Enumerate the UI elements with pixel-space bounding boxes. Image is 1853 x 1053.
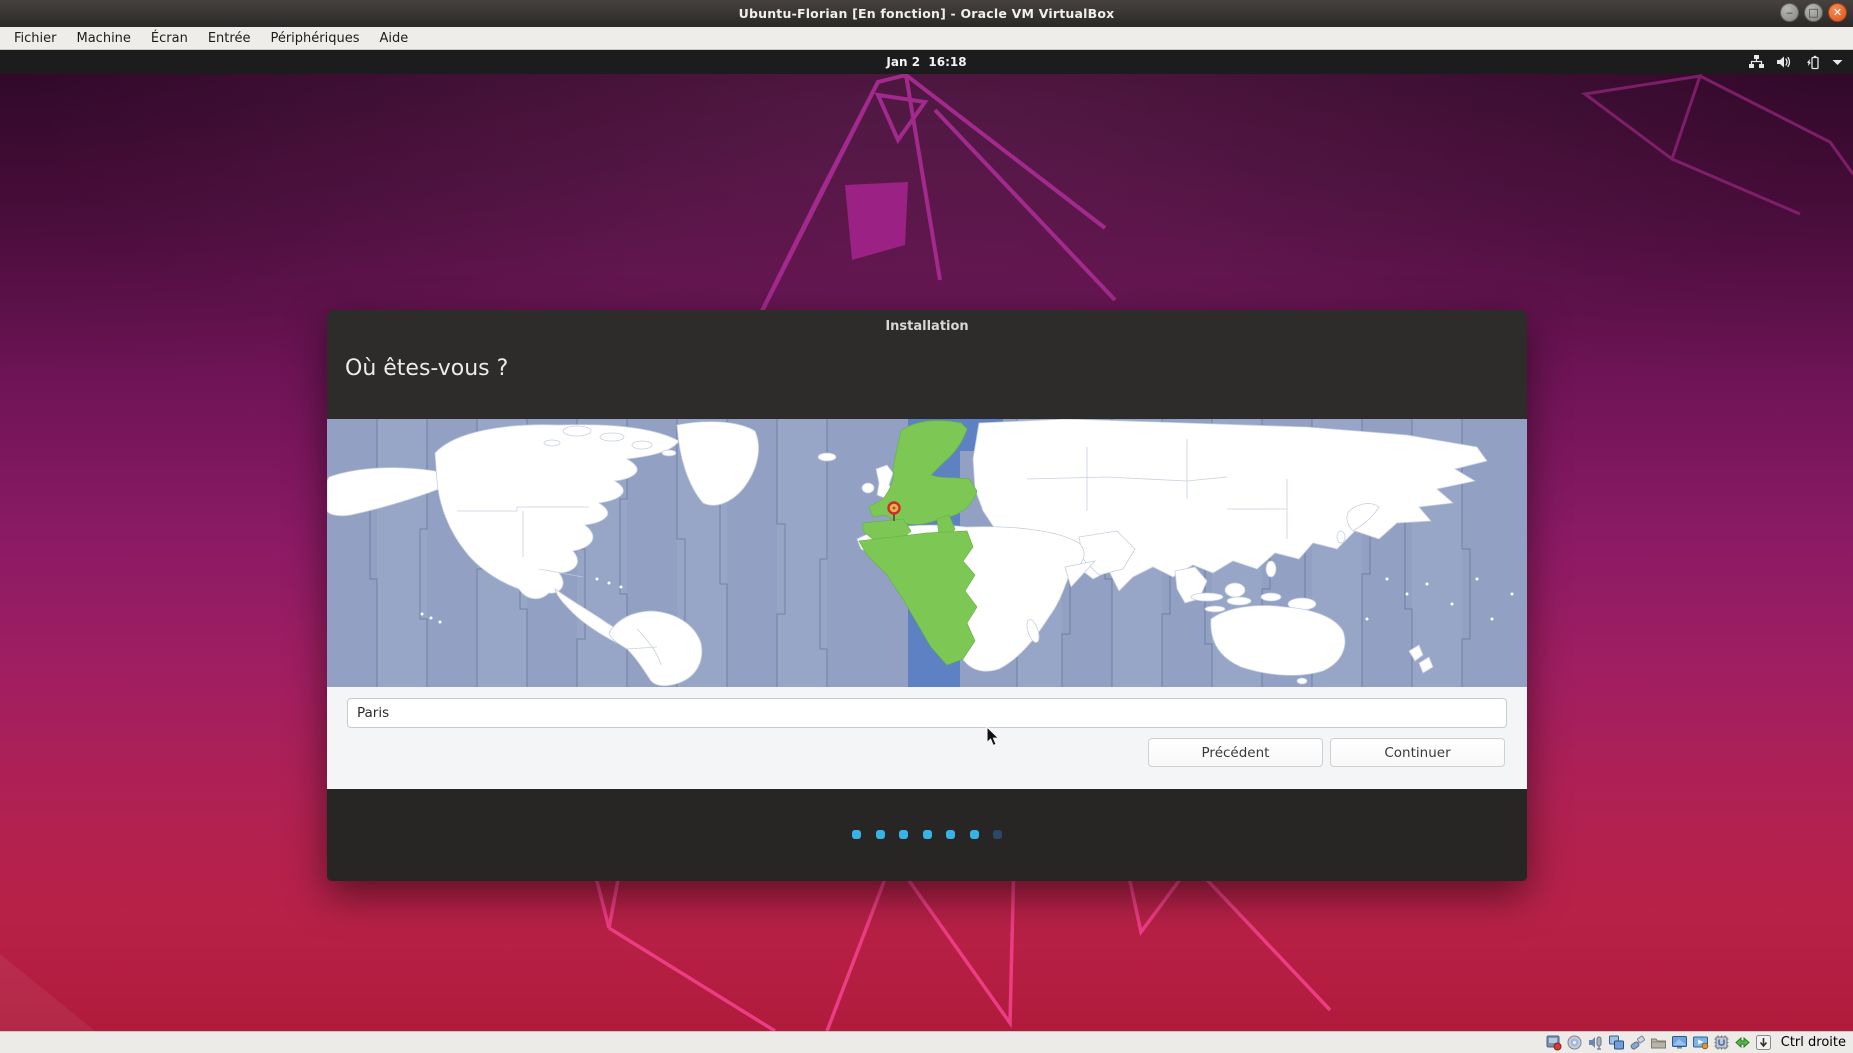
audio-icon[interactable] — [1587, 1034, 1604, 1051]
minimize-button[interactable]: ‒ — [1780, 3, 1799, 22]
volume-icon — [1776, 55, 1792, 69]
chevron-down-icon — [1832, 59, 1843, 66]
mouse-cursor — [986, 726, 1001, 747]
back-button[interactable]: Précédent — [1148, 738, 1323, 767]
features-icon[interactable] — [1713, 1034, 1730, 1051]
menubar: FichierMachineÉcranEntréePériphériquesAi… — [0, 27, 1853, 50]
progress-dot-3 — [899, 830, 908, 839]
mouse-integration-icon[interactable] — [1734, 1034, 1751, 1051]
window-title: Ubuntu-Florian [En fonction] - Oracle VM… — [739, 6, 1115, 21]
menu-ecran[interactable]: Écran — [141, 29, 198, 48]
progress-dot-4 — [923, 830, 932, 839]
keyboard-icon[interactable] — [1755, 1034, 1772, 1051]
gnome-topbar: Jan 2 16:18 — [0, 50, 1853, 74]
guest-screen: Jan 2 16:18 — [0, 50, 1853, 1031]
maximize-button[interactable]: □ — [1804, 3, 1823, 22]
window-controls: ‒ □ ✕ — [1780, 3, 1847, 22]
progress-dots — [327, 830, 1527, 839]
progress-dot-2 — [876, 830, 885, 839]
installer-footer — [327, 789, 1527, 881]
shared-folders-icon[interactable] — [1650, 1034, 1667, 1051]
progress-dot-1 — [852, 830, 861, 839]
statusbar: Ctrl droite — [0, 1031, 1853, 1053]
host-key-label: Ctrl droite — [1781, 1035, 1846, 1050]
continue-button[interactable]: Continuer — [1330, 738, 1505, 767]
display-icon[interactable] — [1671, 1034, 1688, 1051]
progress-dot-5 — [946, 830, 955, 839]
usb-icon[interactable] — [1629, 1034, 1646, 1051]
hard-disks-icon[interactable] — [1545, 1034, 1562, 1051]
clock[interactable]: Jan 2 16:18 — [0, 50, 1853, 74]
progress-dot-7 — [993, 830, 1002, 839]
battery-icon — [1804, 55, 1820, 70]
close-button[interactable]: ✕ — [1828, 3, 1847, 22]
menu-fichier[interactable]: Fichier — [4, 29, 67, 48]
menu-entree[interactable]: Entrée — [198, 29, 261, 48]
network-icon — [1749, 55, 1764, 69]
progress-dot-6 — [970, 830, 979, 839]
menu-machine[interactable]: Machine — [67, 29, 141, 48]
timezone-city-input[interactable] — [347, 698, 1507, 728]
virtualbox-window: Ubuntu-Florian [En fonction] - Oracle VM… — [0, 0, 1853, 1053]
installer-header: Installation Où êtes-vous ? — [327, 310, 1527, 419]
menu-aide[interactable]: Aide — [370, 29, 419, 48]
installer-title: Installation — [327, 319, 1527, 334]
optical-drives-icon[interactable] — [1566, 1034, 1583, 1051]
network-icon[interactable] — [1608, 1034, 1625, 1051]
titlebar[interactable]: Ubuntu-Florian [En fonction] - Oracle VM… — [0, 0, 1853, 27]
timezone-map[interactable] — [327, 419, 1527, 687]
menu-peripheriques[interactable]: Périphériques — [260, 29, 369, 48]
installer-dialog: Installation Où êtes-vous ? — [327, 310, 1527, 881]
system-tray[interactable] — [1749, 50, 1843, 74]
desktop-wallpaper: Installation Où êtes-vous ? — [0, 74, 1853, 1031]
world-map — [327, 419, 1527, 687]
installer-controls-area: Précédent Continuer — [327, 687, 1527, 789]
recording-icon[interactable] — [1692, 1034, 1709, 1051]
page-heading: Où êtes-vous ? — [345, 356, 508, 381]
